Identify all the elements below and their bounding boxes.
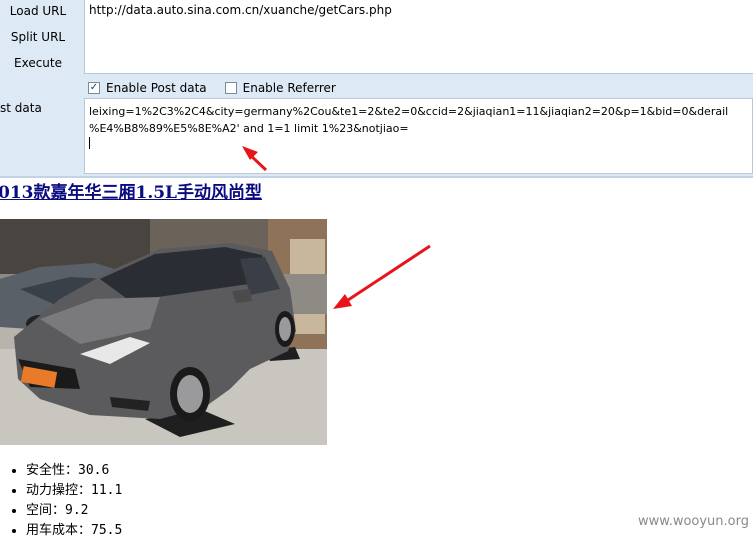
split-url-button[interactable]: Split URL xyxy=(6,26,70,48)
enable-referrer-option[interactable]: Enable Referrer xyxy=(224,81,336,95)
spec-safety: 安全性：30.6 xyxy=(26,461,122,481)
post-data-checkbox[interactable]: ✓ xyxy=(88,82,100,94)
post-data-field-label: st data xyxy=(0,101,42,115)
enable-post-data-option[interactable]: ✓ Enable Post data xyxy=(88,81,207,95)
spec-list: 安全性：30.6 动力操控：11.1 空间：9.2 用车成本：75.5 xyxy=(10,461,122,541)
hackbar-panel: Load URL Split URL Execute http://data.a… xyxy=(0,0,753,176)
load-url-button[interactable]: Load URL xyxy=(6,0,70,22)
post-data-input[interactable]: leixing=1%2C3%2C4&city=germany%2Cou&te1=… xyxy=(84,98,753,174)
url-value: http://data.auto.sina.com.cn/xuanche/get… xyxy=(89,3,392,17)
spec-handling: 动力操控：11.1 xyxy=(26,481,122,501)
post-data-line-1: leixing=1%2C3%2C4&city=germany%2Cou&te1=… xyxy=(89,105,729,118)
post-data-label: Enable Post data xyxy=(106,81,207,95)
spec-space: 空间：9.2 xyxy=(26,501,122,521)
spec-cost: 用车成本：75.5 xyxy=(26,521,122,541)
post-data-line-2: %E4%B8%89%E5%8E%A2' and 1=1 limit 1%23&n… xyxy=(89,120,748,149)
car-photo xyxy=(0,219,327,445)
url-input[interactable]: http://data.auto.sina.com.cn/xuanche/get… xyxy=(84,0,753,74)
arrow-car-photo xyxy=(333,244,431,309)
referrer-label: Enable Referrer xyxy=(242,81,336,95)
car-photo-illustration xyxy=(0,219,327,445)
hackbar-options: ✓ Enable Post data Enable Referrer xyxy=(88,78,354,98)
post-data-line-2-text: %E4%B8%89%E5%8E%A2' and 1=1 limit 1%23&n… xyxy=(89,122,409,135)
watermark: www.wooyun.org xyxy=(637,514,749,529)
text-caret xyxy=(89,137,90,149)
car-title-link[interactable]: 013款嘉年华三厢1.5L手动风尚型 xyxy=(0,178,262,203)
referrer-checkbox[interactable] xyxy=(224,82,237,94)
execute-button[interactable]: Execute xyxy=(6,52,70,74)
